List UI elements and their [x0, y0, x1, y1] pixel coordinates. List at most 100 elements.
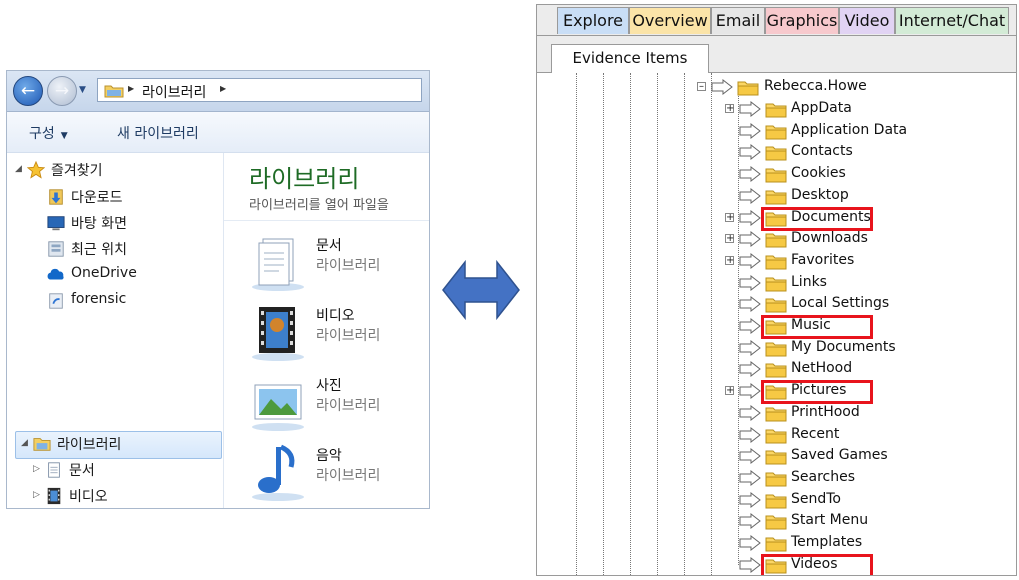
highlight-box — [761, 553, 873, 575]
tab-explore[interactable]: Explore — [557, 7, 629, 34]
checkbox-arrow-icon[interactable] — [739, 274, 761, 291]
library-folder-icon — [104, 85, 124, 98]
organize-button[interactable]: 구성 ▼ — [29, 123, 68, 143]
tree-guide-line — [684, 73, 685, 575]
checkbox-arrow-icon[interactable] — [739, 101, 761, 117]
recent-pages-dropdown-icon[interactable]: ▼ — [79, 85, 86, 95]
tree-node-folder[interactable]: My Documents — [725, 338, 925, 359]
nav-label: 라이브러리 — [57, 437, 122, 453]
library-item-music[interactable]: 음악 라이브러리 — [249, 443, 429, 507]
breadcrumb-separator-icon[interactable]: ▶ — [128, 84, 134, 93]
library-name: 문서 — [316, 238, 342, 254]
tree-node-folder[interactable]: + Favorites — [725, 251, 925, 272]
nav-label: 즐겨찾기 — [51, 163, 103, 179]
breadcrumb-libraries[interactable]: 라이브러리 — [142, 82, 206, 102]
evidence-tree[interactable]: – Rebecca.Howe + AppData Application Data C… — [537, 73, 1016, 575]
checkbox-arrow-icon[interactable] — [739, 318, 761, 334]
nav-item-libraries[interactable]: ◢ 라이브러리 — [21, 433, 219, 455]
library-item-documents[interactable]: 문서 라이브러리 — [249, 233, 429, 297]
navigation-pane: ◢ 즐겨찾기 다운로드 바탕 화면 최근 위치 OneDrive forensi… — [7, 153, 223, 508]
folder-shortcut-icon — [49, 293, 63, 309]
tab-overview[interactable]: Overview — [629, 7, 711, 34]
tree-node-folder[interactable]: PrintHood — [725, 403, 925, 424]
back-button[interactable]: ← — [13, 76, 43, 106]
tree-node-folder[interactable]: Searches — [725, 468, 925, 489]
checkbox-arrow-icon[interactable] — [739, 426, 761, 443]
nav-item-downloads[interactable]: 다운로드 — [35, 186, 215, 208]
sub-tab-strip: Evidence Items — [537, 36, 1016, 73]
nav-item-favorites[interactable]: ◢ 즐겨찾기 — [15, 159, 215, 181]
checkbox-arrow-icon[interactable] — [739, 383, 761, 400]
nav-item-videos[interactable]: ▷ 비디오 — [33, 485, 213, 507]
tab-evidence-items[interactable]: Evidence Items — [551, 44, 709, 73]
tree-node-folder[interactable]: Saved Games — [725, 446, 925, 467]
tree-node-folder[interactable]: Cookies — [725, 164, 925, 185]
checkbox-arrow-icon[interactable] — [739, 166, 761, 183]
forward-button[interactable]: → — [47, 76, 77, 106]
checkbox-arrow-icon[interactable] — [739, 252, 761, 269]
tree-node-label: Cookies — [791, 165, 846, 182]
checkbox-arrow-icon[interactable] — [711, 79, 733, 95]
tree-node-label: Start Menu — [791, 512, 869, 529]
tree-node-folder[interactable]: + Downloads — [725, 229, 925, 250]
nav-item-recent-places[interactable]: 최근 위치 — [35, 238, 215, 260]
folder-icon — [765, 125, 787, 140]
folder-icon — [765, 472, 787, 487]
nav-item-onedrive[interactable]: OneDrive — [35, 264, 215, 286]
checkbox-arrow-icon[interactable] — [739, 448, 761, 465]
tree-node-folder[interactable]: Recent — [725, 425, 925, 446]
checkbox-arrow-icon[interactable] — [739, 556, 761, 573]
tree-node-folder[interactable]: Contacts — [725, 142, 925, 163]
expand-node-icon[interactable]: + — [725, 212, 734, 222]
checkbox-arrow-icon[interactable] — [739, 339, 761, 356]
tab-video[interactable]: Video — [839, 7, 895, 34]
checkbox-arrow-icon[interactable] — [739, 469, 761, 486]
checkbox-arrow-icon[interactable] — [739, 209, 761, 226]
tree-node-folder[interactable]: Application Data — [725, 121, 925, 142]
library-item-videos[interactable]: 비디오 라이브러리 — [249, 303, 429, 367]
library-type: 라이브러리 — [316, 328, 381, 344]
nav-item-forensic[interactable]: forensic — [35, 290, 215, 312]
folder-icon — [765, 103, 787, 118]
checkbox-arrow-icon[interactable] — [739, 535, 761, 551]
tree-node-folder[interactable]: Desktop — [725, 186, 925, 207]
tree-node-user[interactable]: – Rebecca.Howe — [697, 77, 917, 98]
expand-node-icon[interactable]: + — [725, 104, 734, 114]
expand-node-icon[interactable]: + — [725, 234, 734, 244]
collapse-node-icon[interactable]: – — [697, 82, 706, 92]
new-library-button[interactable]: 새 라이브러리 — [117, 123, 199, 143]
address-bar[interactable]: ▶ 라이브러리 ▶ — [97, 78, 422, 102]
expand-node-icon[interactable]: + — [725, 386, 734, 396]
expand-node-icon[interactable]: + — [725, 255, 734, 265]
tree-node-label: NetHood — [791, 360, 853, 377]
tree-node-folder[interactable]: SendTo — [725, 490, 925, 511]
folder-icon — [765, 277, 787, 292]
checkbox-arrow-icon[interactable] — [739, 187, 761, 204]
checkbox-arrow-icon[interactable] — [739, 231, 761, 248]
checkbox-arrow-icon[interactable] — [739, 404, 761, 421]
tree-node-folder[interactable]: Links — [725, 273, 925, 294]
tree-node-folder[interactable]: NetHood — [725, 359, 925, 380]
tree-node-folder[interactable]: Local Settings — [725, 294, 925, 315]
nav-item-documents[interactable]: ▷ 문서 — [33, 459, 213, 481]
library-item-pictures[interactable]: 사진 라이브러리 — [249, 373, 429, 437]
tab-graphics[interactable]: Graphics — [765, 7, 839, 34]
tree-node-folder[interactable]: Start Menu — [725, 511, 925, 532]
checkbox-arrow-icon[interactable] — [739, 513, 761, 530]
checkbox-arrow-icon[interactable] — [739, 144, 761, 161]
expand-arrow-icon[interactable]: ◢ — [21, 438, 28, 448]
page-title: 라이브러리 — [249, 165, 360, 193]
checkbox-arrow-icon[interactable] — [739, 361, 761, 378]
expand-arrow-icon[interactable]: ◢ — [15, 164, 22, 174]
checkbox-arrow-icon[interactable] — [739, 122, 761, 139]
checkbox-arrow-icon[interactable] — [739, 491, 761, 508]
tree-node-folder[interactable]: Templates — [725, 533, 925, 554]
checkbox-arrow-icon[interactable] — [739, 296, 761, 313]
nav-item-desktop[interactable]: 바탕 화면 — [35, 212, 215, 234]
collapse-arrow-icon[interactable]: ▷ — [33, 464, 40, 474]
tab-email[interactable]: Email — [711, 7, 765, 34]
tab-internet-chat[interactable]: Internet/Chat — [895, 7, 1009, 34]
collapse-arrow-icon[interactable]: ▷ — [33, 490, 40, 500]
breadcrumb-separator-icon[interactable]: ▶ — [220, 84, 226, 93]
tree-node-folder[interactable]: + AppData — [725, 99, 925, 120]
